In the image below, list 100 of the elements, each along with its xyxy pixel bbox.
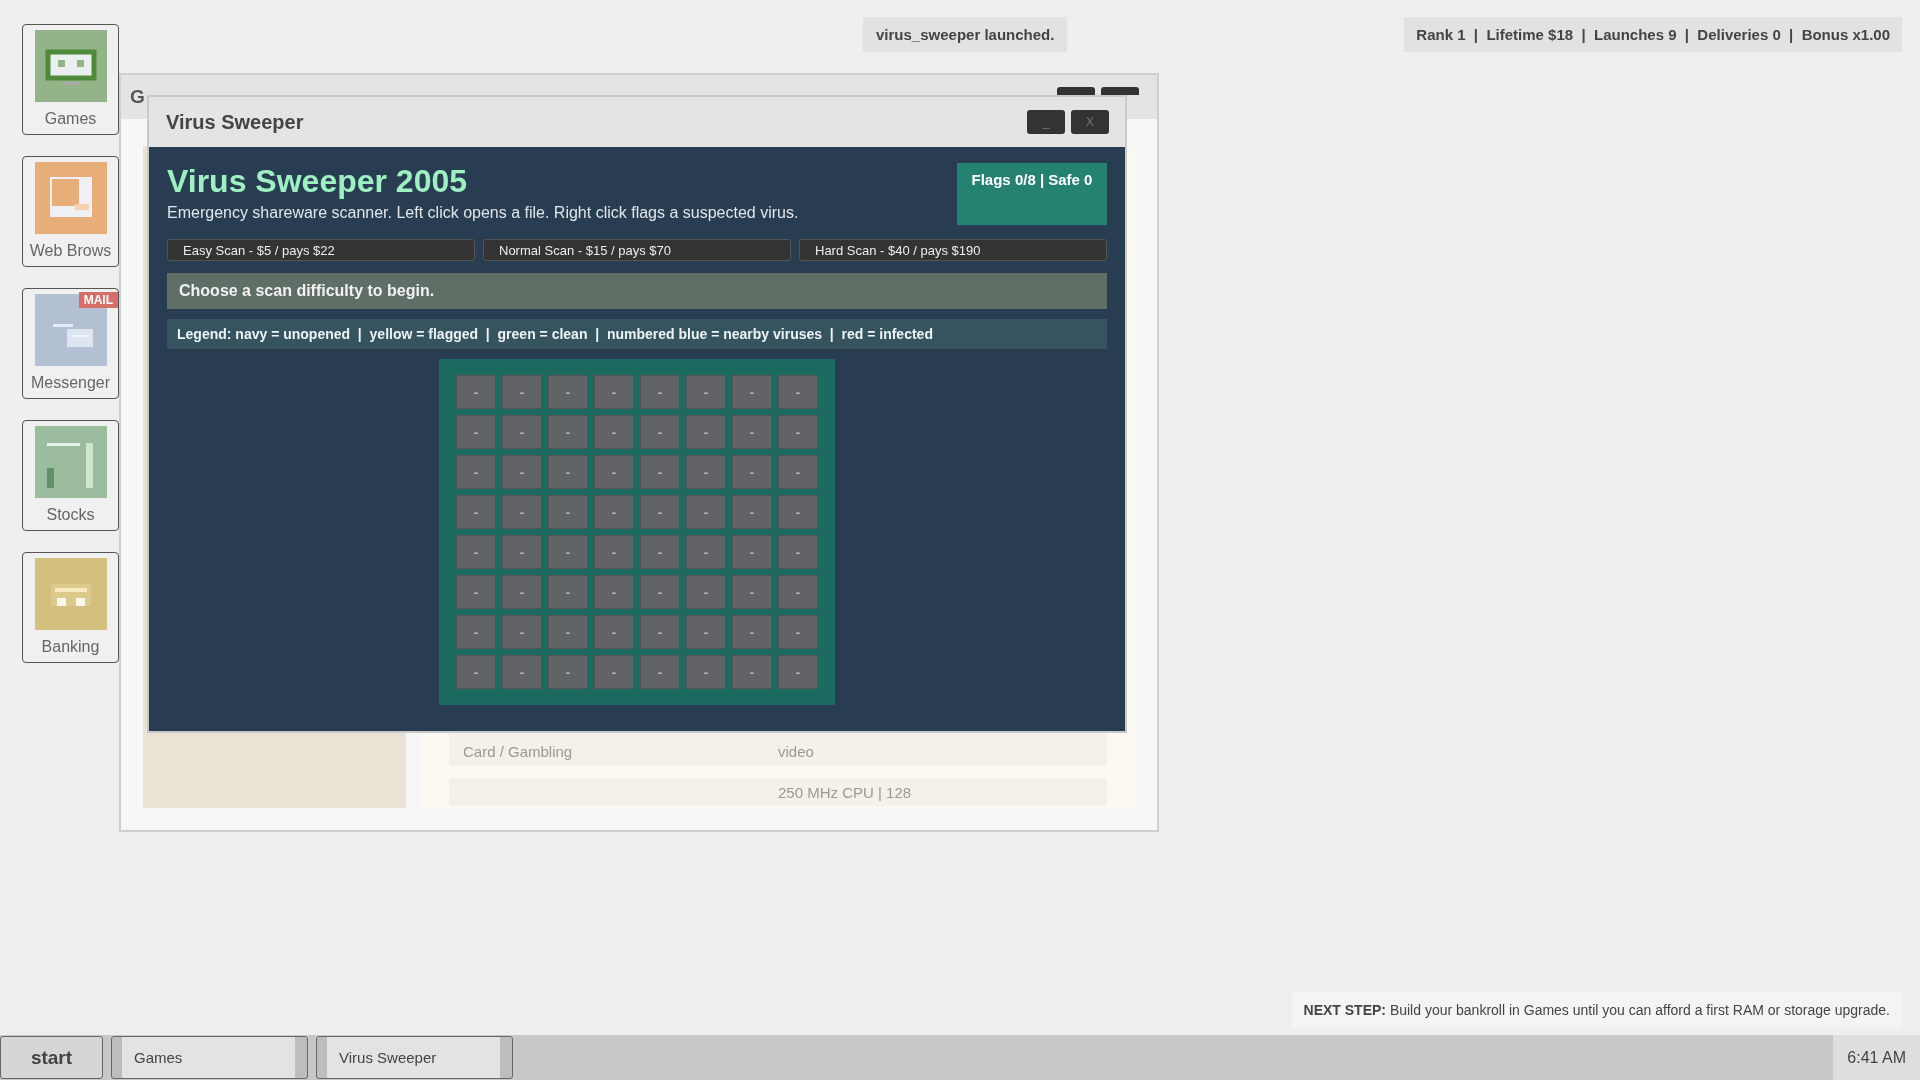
- close-button[interactable]: [1101, 87, 1139, 95]
- board-tile[interactable]: -: [778, 375, 818, 409]
- board-tile[interactable]: -: [686, 375, 726, 409]
- difficulty-button[interactable]: Normal Scan - $15 / pays $70: [483, 239, 791, 261]
- board-tile[interactable]: -: [594, 535, 634, 569]
- minimize-button[interactable]: [1057, 87, 1095, 95]
- board-tile[interactable]: -: [456, 655, 496, 689]
- board-tile[interactable]: -: [594, 615, 634, 649]
- difficulty-button[interactable]: Easy Scan - $5 / pays $22: [167, 239, 475, 261]
- monitor-icon: [34, 30, 107, 102]
- board-tile[interactable]: -: [640, 615, 680, 649]
- board-tile[interactable]: -: [732, 415, 772, 449]
- taskbar-button[interactable]: Games: [111, 1036, 308, 1079]
- shortcut-label: Stocks: [46, 506, 95, 524]
- status-message: Choose a scan difficulty to begin.: [167, 273, 1107, 309]
- browser-window-icon: [34, 162, 107, 234]
- board-tile[interactable]: -: [548, 415, 588, 449]
- close-button[interactable]: X: [1071, 110, 1109, 134]
- board-tile[interactable]: -: [548, 455, 588, 489]
- mail-badge: MAIL: [78, 292, 118, 308]
- bank-icon: [34, 558, 107, 630]
- board-tile[interactable]: -: [640, 575, 680, 609]
- board-tile[interactable]: -: [456, 375, 496, 409]
- board-tile[interactable]: -: [686, 495, 726, 529]
- shortcut-label: Banking: [41, 638, 100, 656]
- board-tile[interactable]: -: [778, 655, 818, 689]
- board-tile[interactable]: -: [456, 495, 496, 529]
- board-tile[interactable]: -: [548, 575, 588, 609]
- board-tile[interactable]: -: [594, 575, 634, 609]
- board-tile[interactable]: -: [594, 455, 634, 489]
- board-tile[interactable]: -: [778, 495, 818, 529]
- board-tile[interactable]: -: [594, 375, 634, 409]
- board-tile[interactable]: -: [456, 615, 496, 649]
- board-tile[interactable]: -: [502, 655, 542, 689]
- shortcut-label: Web Brows: [29, 242, 112, 260]
- board-tile[interactable]: -: [732, 375, 772, 409]
- board-tile[interactable]: -: [502, 575, 542, 609]
- board-tile[interactable]: -: [502, 495, 542, 529]
- board-tile[interactable]: -: [778, 535, 818, 569]
- board-tile[interactable]: -: [548, 655, 588, 689]
- board-tile[interactable]: -: [686, 655, 726, 689]
- board-tile[interactable]: -: [640, 455, 680, 489]
- board-tile[interactable]: -: [778, 615, 818, 649]
- board-tile[interactable]: -: [502, 615, 542, 649]
- difficulty-button[interactable]: Hard Scan - $40 / pays $190: [799, 239, 1107, 261]
- legend-text: Legend: navy = unopened | yellow = flagged | green = clean | numbered blue = nearby viruses | red = infected: [167, 319, 1107, 349]
- board-tile[interactable]: -: [686, 535, 726, 569]
- window-title: G: [130, 86, 145, 108]
- board-tile[interactable]: -: [594, 495, 634, 529]
- board-tile[interactable]: -: [732, 535, 772, 569]
- board-tile[interactable]: -: [548, 615, 588, 649]
- board-tile[interactable]: -: [640, 415, 680, 449]
- shortcut-label: Games: [44, 110, 97, 128]
- notification-toast: virus_sweeper launched.: [863, 17, 1068, 52]
- board-tile[interactable]: -: [640, 495, 680, 529]
- desktop-shortcut[interactable]: MAIL Messenger: [22, 288, 119, 399]
- board-tile[interactable]: -: [594, 415, 634, 449]
- desktop-shortcut[interactable]: Stocks: [22, 420, 119, 531]
- board-tile[interactable]: -: [548, 375, 588, 409]
- desktop-shortcut[interactable]: Games: [22, 24, 119, 135]
- board-tile[interactable]: -: [640, 535, 680, 569]
- board-tile[interactable]: -: [502, 415, 542, 449]
- board-tile[interactable]: -: [502, 375, 542, 409]
- board-tile[interactable]: -: [548, 495, 588, 529]
- board-tile[interactable]: -: [732, 575, 772, 609]
- board-tile[interactable]: -: [456, 575, 496, 609]
- board-tile[interactable]: -: [456, 455, 496, 489]
- board-tile[interactable]: -: [778, 575, 818, 609]
- category-text: Card / Gambling: [463, 743, 574, 760]
- start-button[interactable]: start: [0, 1036, 103, 1079]
- minimize-button[interactable]: _: [1027, 110, 1065, 134]
- desktop-shortcut[interactable]: Web Brows: [22, 156, 119, 267]
- board-tile[interactable]: -: [732, 455, 772, 489]
- desktop-shortcut[interactable]: Banking: [22, 552, 119, 663]
- window-title: Virus Sweeper: [166, 110, 304, 134]
- next-step-hint: NEXT STEP: Build your bankroll in Games until you can afford a first RAM or storage upgrade.: [1291, 992, 1902, 1028]
- clock: 6:41 AM: [1833, 1035, 1920, 1080]
- board-tile[interactable]: -: [686, 415, 726, 449]
- shortcut-label: Messenger: [30, 374, 111, 392]
- board-tile[interactable]: -: [502, 535, 542, 569]
- board-tile[interactable]: -: [778, 455, 818, 489]
- board-tile[interactable]: -: [548, 535, 588, 569]
- board-tile[interactable]: -: [594, 655, 634, 689]
- board-tile[interactable]: -: [686, 615, 726, 649]
- taskbar-button[interactable]: Virus Sweeper: [316, 1036, 513, 1079]
- board-tile[interactable]: -: [686, 455, 726, 489]
- board-tile[interactable]: -: [732, 615, 772, 649]
- board-tile[interactable]: -: [640, 375, 680, 409]
- board-tile[interactable]: -: [456, 535, 496, 569]
- board-tile[interactable]: -: [640, 655, 680, 689]
- board-tile[interactable]: -: [686, 575, 726, 609]
- board-tile[interactable]: -: [456, 415, 496, 449]
- board-tile[interactable]: -: [778, 415, 818, 449]
- detail-text: video: [778, 743, 814, 760]
- stats-bar: Rank 1 | Lifetime $18 | Launches 9 | Deliveries 0 | Bonus x1.00: [1404, 17, 1902, 52]
- game-description: Emergency shareware scanner. Left click opens a file. Right click flags a suspected virus.: [167, 204, 799, 222]
- board-tile[interactable]: -: [502, 455, 542, 489]
- game-heading: Virus Sweeper 2005: [167, 163, 469, 200]
- board-tile[interactable]: -: [732, 655, 772, 689]
- board-tile[interactable]: -: [732, 495, 772, 529]
